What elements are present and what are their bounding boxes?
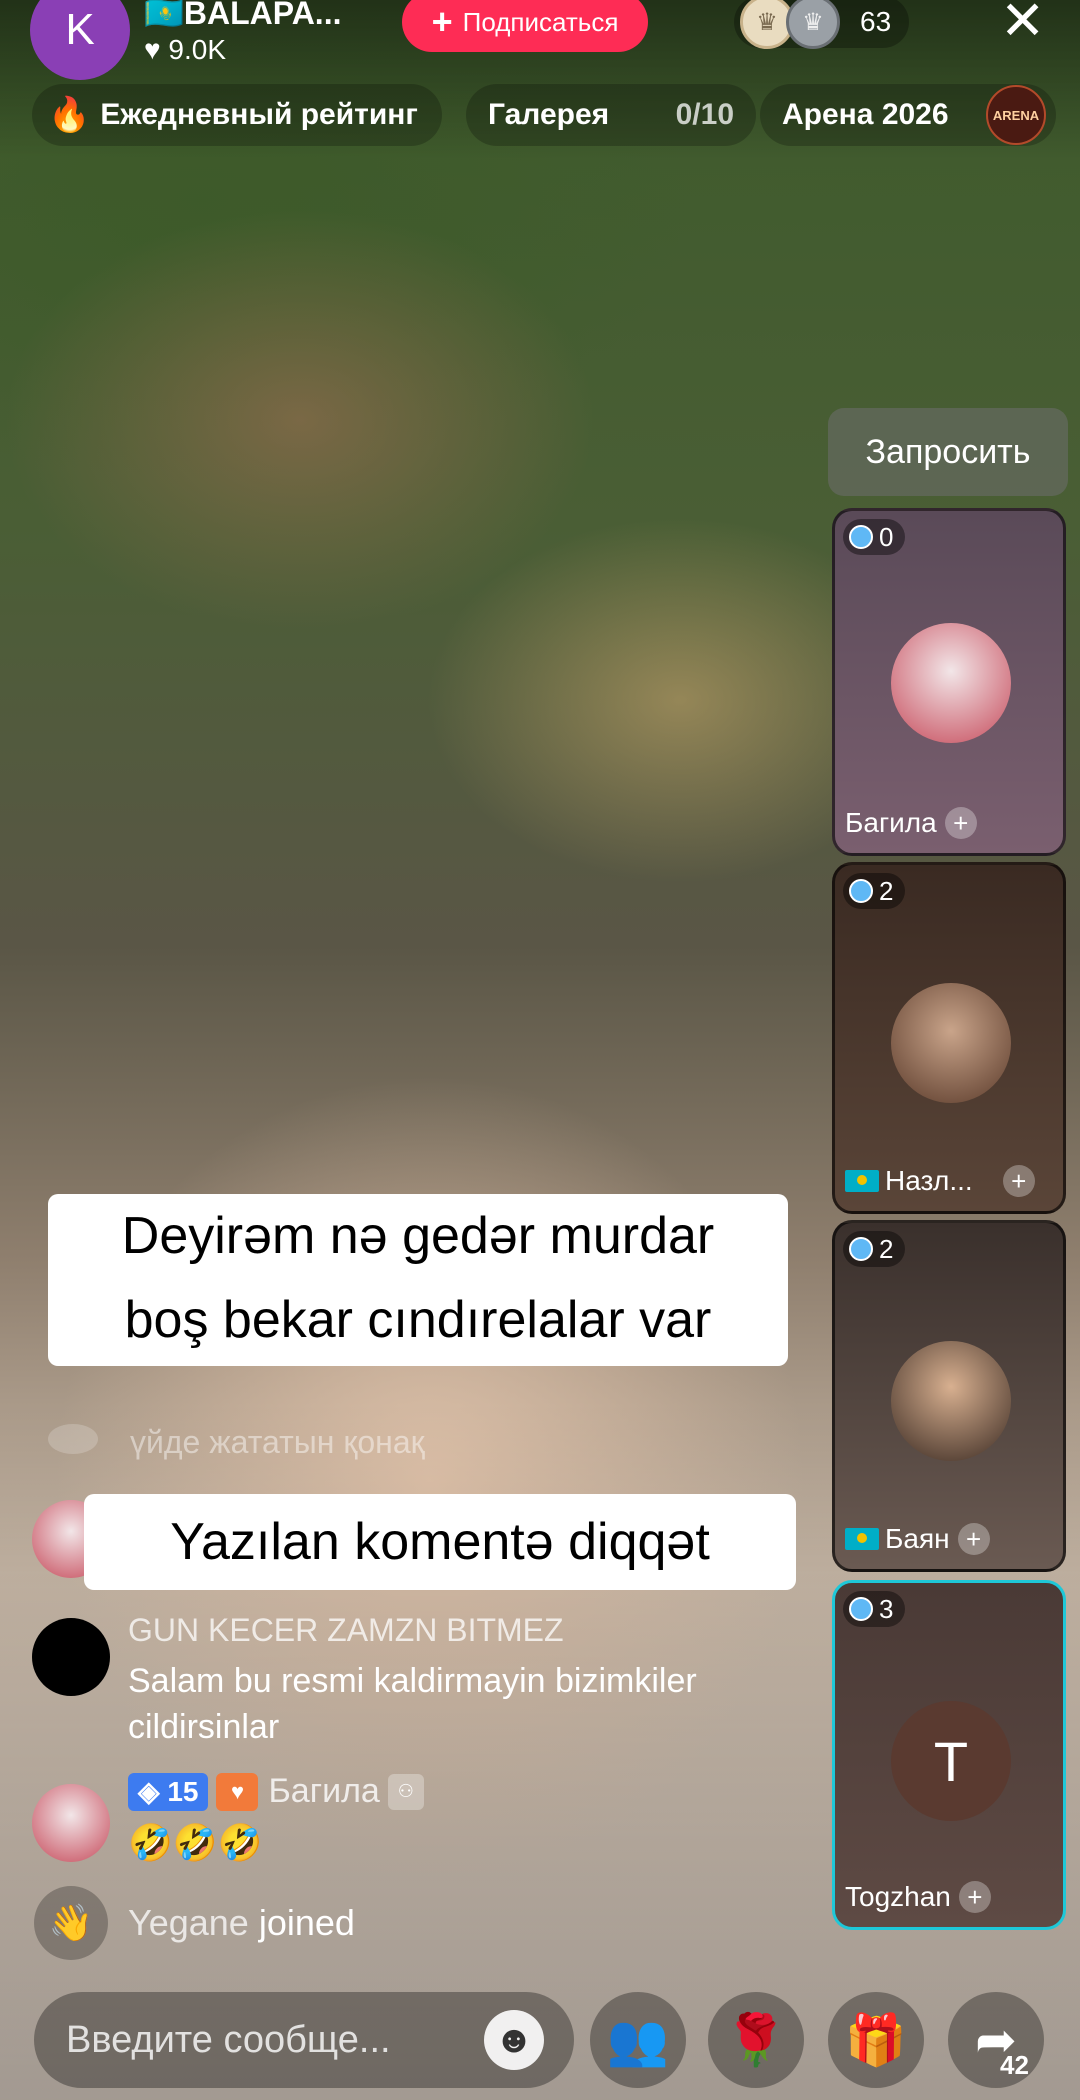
guest-avatar: [891, 983, 1011, 1103]
score-badge: 3: [843, 1591, 906, 1627]
kazakhstan-flag-icon: [845, 1170, 879, 1192]
comment-text: 🤣🤣🤣: [128, 1822, 263, 1863]
wave-icon: 👋: [34, 1886, 108, 1960]
guest-avatar: T: [891, 1701, 1011, 1821]
guests-icon[interactable]: 👥: [590, 1992, 686, 2088]
comment-username[interactable]: GUN KECER ZAMZN BITMEZ: [128, 1612, 564, 1649]
viewers-count: 63: [860, 6, 892, 37]
moderator-icon: ⚇: [387, 1773, 424, 1810]
avatar: [48, 1424, 98, 1454]
host-avatar[interactable]: K: [30, 0, 130, 80]
comment-header: ◈ 15 ♥ Багила ⚇: [128, 1772, 424, 1811]
joined-username[interactable]: Yegane: [128, 1902, 249, 1943]
fan-badge-icon: ♥: [216, 1772, 259, 1811]
host-name: 🇰🇿BALAPA...: [144, 0, 342, 31]
video-caption: Deyirəm nə gedər murdar boş bekar cındır…: [48, 1194, 788, 1366]
fire-icon: 🔥: [48, 96, 91, 134]
score-badge: 0: [843, 519, 906, 555]
gallery-label: Галерея: [488, 98, 610, 131]
share-count: 42: [1000, 2050, 1029, 2080]
add-icon[interactable]: +: [1002, 1165, 1035, 1197]
comment-text: Salam bu resmi kaldirmayin bizimkiler ci…: [128, 1662, 697, 1746]
gallery-count: 0/10: [675, 98, 734, 131]
arena-badge-icon: ARENA: [986, 85, 1046, 145]
host-likes: ♥ 9.0K: [144, 34, 227, 65]
joined-notice: Yegane joined: [128, 1902, 355, 1944]
diamond-icon: [849, 525, 873, 549]
daily-rating-pill[interactable]: 🔥 Ежедневный рейтинг: [32, 84, 442, 146]
guest-name: Togzhan +: [845, 1881, 991, 1913]
diamond-icon: [849, 879, 873, 903]
gallery-pill[interactable]: Галерея 0/10: [466, 84, 756, 146]
guest-name: Баян +: [845, 1523, 990, 1555]
comment-username[interactable]: Багила: [268, 1772, 379, 1811]
guest-tile[interactable]: 2 Назл... +: [832, 862, 1066, 1214]
diamond-icon: ◈: [138, 1776, 168, 1807]
gift-icon[interactable]: 🎁: [828, 1992, 924, 2088]
comment-faded: үйде жататын қонақ: [130, 1424, 425, 1460]
close-icon[interactable]: ✕: [1000, 0, 1045, 48]
arena-pill[interactable]: Арена 2026 ARENA: [760, 84, 1056, 146]
guest-tile[interactable]: 3 T Togzhan +: [832, 1580, 1066, 1930]
caption-line: Deyirəm nə gedər murdar: [121, 1207, 715, 1265]
add-icon[interactable]: +: [957, 1523, 990, 1555]
host-info: 🇰🇿BALAPA... ♥ 9.0K: [144, 0, 341, 66]
arena-label: Арена 2026: [782, 98, 949, 131]
request-button[interactable]: Запросить: [828, 408, 1068, 496]
guest-tile[interactable]: 0 Багила +: [832, 508, 1066, 856]
guest-tile[interactable]: 2 Баян +: [832, 1220, 1066, 1572]
level-badge: ◈ 15: [128, 1772, 209, 1811]
diamond-icon: [849, 1597, 873, 1621]
rose-gift-icon[interactable]: 🌹: [708, 1992, 804, 2088]
video-caption: Yazılan komentə diqqət: [84, 1494, 796, 1590]
kazakhstan-flag-icon: [845, 1528, 879, 1550]
avatar[interactable]: [32, 1618, 110, 1696]
add-icon[interactable]: +: [944, 807, 977, 839]
score-badge: 2: [843, 1231, 906, 1267]
message-placeholder: Введите сообще...: [66, 2018, 391, 2061]
plus-icon: +: [431, 1, 453, 42]
guest-name: Багила +: [845, 807, 977, 839]
subscribe-button[interactable]: + Подписаться: [402, 0, 648, 52]
joined-label: joined: [248, 1902, 355, 1943]
emoji-icon[interactable]: ☻: [484, 2010, 544, 2070]
diamond-icon: [849, 1237, 873, 1261]
guest-avatar: [891, 623, 1011, 743]
guest-name: Назл... +: [845, 1165, 1035, 1197]
seat-icon: ♛: [786, 0, 840, 49]
host-profile[interactable]: K 🇰🇿BALAPA... ♥ 9.0K: [30, 0, 341, 80]
guest-avatar: [891, 1341, 1011, 1461]
viewers-panel[interactable]: ♛ ♛ 63: [734, 0, 910, 49]
caption-line: boş bekar cındırelalar var: [124, 1291, 712, 1349]
subscribe-label: Подписаться: [462, 6, 619, 37]
daily-rating-label: Ежедневный рейтинг: [100, 98, 418, 131]
score-badge: 2: [843, 873, 906, 909]
share-icon[interactable]: ➦: [948, 1992, 1044, 2088]
add-icon[interactable]: +: [958, 1881, 991, 1913]
avatar[interactable]: [32, 1784, 110, 1862]
